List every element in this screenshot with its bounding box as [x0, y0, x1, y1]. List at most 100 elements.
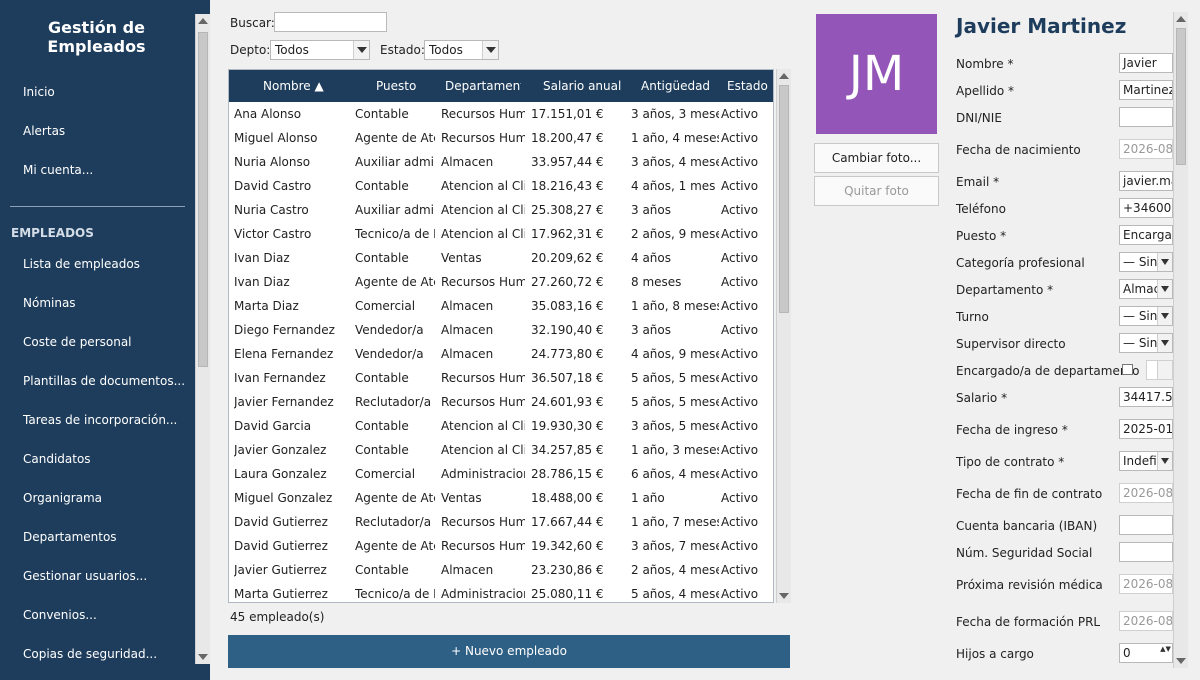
- scrollbar-thumb[interactable]: [779, 85, 789, 313]
- field-select[interactable]: — Sin: [1119, 252, 1173, 272]
- status-filter-value: Todos: [429, 43, 463, 57]
- chevron-down-icon[interactable]: [1157, 334, 1172, 352]
- table-row[interactable]: Laura Gonzalez Comercial Administracion 28.…: [229, 462, 773, 486]
- column-header-puesto[interactable]: Puesto: [376, 79, 446, 93]
- cell-antiguedad: 1 año, 7 meses: [631, 515, 719, 529]
- field-input[interactable]: Javier: [1119, 53, 1173, 73]
- table-row[interactable]: Javier Fernandez Reclutador/a Recursos Hum…: [229, 390, 773, 414]
- table-row[interactable]: Javier Gutierrez Contable Almacen 23.230,86…: [229, 558, 773, 582]
- nav-item-nominas[interactable]: Nóminas: [23, 296, 76, 310]
- field-input[interactable]: Martinez: [1119, 80, 1173, 100]
- scroll-down-icon[interactable]: [779, 593, 789, 599]
- field-input[interactable]: +34600100: [1119, 198, 1173, 218]
- nav-item-candidatos[interactable]: Candidatos: [23, 452, 91, 466]
- sidebar-scrollbar[interactable]: [195, 14, 210, 664]
- field-label: Categoría profesional: [956, 256, 1085, 270]
- table-row[interactable]: Ivan Fernandez Contable Recursos Humanos 36…: [229, 366, 773, 390]
- column-header-estado[interactable]: Estado: [727, 79, 773, 93]
- table-row[interactable]: Miguel Gonzalez Agente de Atención Ventas 1…: [229, 486, 773, 510]
- column-header-antiguedad[interactable]: Antigüedad: [641, 79, 726, 93]
- table-row[interactable]: Diego Fernandez Vendedor/a Almacen 32.190,4…: [229, 318, 773, 342]
- table-row[interactable]: Nuria Alonso Auxiliar administrativo Almac…: [229, 150, 773, 174]
- table-row[interactable]: Ana Alonso Contable Recursos Humanos 17.151…: [229, 102, 773, 126]
- cell-salario: 27.260,72 €: [531, 275, 604, 289]
- field-input[interactable]: 2026-08-06: [1119, 611, 1173, 631]
- field-input[interactable]: [1119, 542, 1173, 562]
- chevron-down-icon[interactable]: [1157, 361, 1172, 379]
- department-manager-select[interactable]: [1146, 360, 1173, 380]
- field-select[interactable]: Almacen: [1119, 279, 1173, 299]
- table-scrollbar[interactable]: [776, 69, 791, 603]
- nav-item-tareas-incorporacion[interactable]: Tareas de incorporación...: [23, 413, 177, 427]
- scrollbar-thumb[interactable]: [198, 32, 208, 367]
- field-select[interactable]: — Sin: [1119, 306, 1173, 326]
- nav-item-lista-empleados[interactable]: Lista de empleados: [23, 257, 140, 271]
- nav-item-plantillas[interactable]: Plantillas de documentos...: [23, 374, 185, 388]
- field-input[interactable]: [1119, 515, 1173, 535]
- column-header-nombre[interactable]: Nombre ▲: [263, 79, 353, 93]
- table-row[interactable]: Nuria Castro Auxiliar administrativo Atenc…: [229, 198, 773, 222]
- table-row[interactable]: David Garcia Contable Atencion al Cliente 1…: [229, 414, 773, 438]
- cell-nombre: Miguel Alonso: [234, 131, 318, 145]
- scroll-down-icon[interactable]: [198, 654, 208, 660]
- chevron-down-icon[interactable]: [1157, 280, 1172, 298]
- form-scrollbar[interactable]: [1173, 12, 1188, 668]
- scrollbar-thumb[interactable]: [1176, 28, 1186, 165]
- field-select[interactable]: — Sin: [1119, 333, 1173, 353]
- field-select[interactable]: Indefinido: [1119, 451, 1173, 471]
- chevron-down-icon[interactable]: [1157, 253, 1172, 271]
- cell-estado: Activo: [721, 107, 759, 121]
- table-row[interactable]: Ivan Diaz Agente de Atención Recursos Huma…: [229, 270, 773, 294]
- cell-departamento: Administracion: [441, 587, 525, 601]
- cell-antiguedad: 2 años, 4 meses: [631, 563, 719, 577]
- cell-nombre: Javier Gonzalez: [234, 443, 327, 457]
- field-input[interactable]: 34417.50: [1119, 387, 1173, 407]
- field-input[interactable]: 2026-08-06: [1119, 483, 1173, 503]
- search-input[interactable]: [274, 12, 387, 32]
- cell-antiguedad: 1 año: [631, 491, 665, 505]
- table-row[interactable]: David Gutierrez Reclutador/a Recursos Huma…: [229, 510, 773, 534]
- field-input[interactable]: 2026-08-06: [1119, 574, 1173, 594]
- field-input[interactable]: 2026-08-06: [1119, 139, 1173, 159]
- nav-item-coste-personal[interactable]: Coste de personal: [23, 335, 132, 349]
- table-row[interactable]: Ivan Diaz Contable Ventas 20.209,62 € 4 años…: [229, 246, 773, 270]
- nav-item-mi-cuenta[interactable]: Mi cuenta...: [23, 163, 93, 177]
- status-filter-select[interactable]: Todos: [424, 40, 499, 60]
- nav-item-convenios[interactable]: Convenios...: [23, 608, 97, 622]
- nav-item-copias-seguridad[interactable]: Copias de seguridad...: [23, 647, 157, 661]
- nav-item-alertas[interactable]: Alertas: [23, 124, 65, 138]
- chevron-down-icon[interactable]: [353, 41, 369, 59]
- table-row[interactable]: David Gutierrez Agente de Atención Recurso…: [229, 534, 773, 558]
- table-row[interactable]: Miguel Alonso Agente de Atención Recursos …: [229, 126, 773, 150]
- table-row[interactable]: Marta Diaz Comercial Almacen 35.083,16 € 1 a…: [229, 294, 773, 318]
- new-employee-button[interactable]: + Nuevo empleado: [228, 635, 790, 668]
- field-input[interactable]: Encargado: [1119, 225, 1173, 245]
- nav-item-departamentos[interactable]: Departamentos: [23, 530, 117, 544]
- nav-item-gestionar-usuarios[interactable]: Gestionar usuarios...: [23, 569, 147, 583]
- chevron-down-icon[interactable]: [482, 41, 498, 59]
- chevron-down-icon[interactable]: [1157, 452, 1172, 470]
- scroll-up-icon[interactable]: [779, 73, 789, 79]
- children-spinbox[interactable]: 0 ▲▼: [1119, 643, 1173, 663]
- column-header-departamento[interactable]: Departamento: [445, 79, 521, 93]
- scroll-down-icon[interactable]: [1176, 658, 1186, 664]
- nav-item-inicio[interactable]: Inicio: [23, 85, 55, 99]
- scroll-up-icon[interactable]: [198, 18, 208, 24]
- spinner-arrows-icon[interactable]: ▲▼: [1160, 645, 1171, 661]
- field-input[interactable]: 2025-01-15: [1119, 419, 1173, 439]
- change-photo-button[interactable]: Cambiar foto...: [814, 143, 939, 173]
- table-row[interactable]: Marta Gutierrez Tecnico/a de RRHH Administ…: [229, 582, 773, 602]
- field-input[interactable]: javier.martinez: [1119, 171, 1173, 191]
- table-row[interactable]: David Castro Contable Atencion al Cliente 1…: [229, 174, 773, 198]
- table-row[interactable]: Javier Gonzalez Contable Atencion al Clien…: [229, 438, 773, 462]
- department-manager-checkbox[interactable]: [1122, 364, 1133, 375]
- chevron-down-icon[interactable]: [1157, 307, 1172, 325]
- scroll-up-icon[interactable]: [1176, 16, 1186, 22]
- remove-photo-button[interactable]: Quitar foto: [814, 176, 939, 206]
- field-input[interactable]: [1119, 107, 1173, 127]
- column-header-salario[interactable]: Salario anual: [543, 79, 633, 93]
- table-row[interactable]: Elena Fernandez Vendedor/a Almacen 24.773,8…: [229, 342, 773, 366]
- nav-item-organigrama[interactable]: Organigrama: [23, 491, 102, 505]
- dept-filter-select[interactable]: Todos: [270, 40, 370, 60]
- table-row[interactable]: Victor Castro Tecnico/a de RRHH Atencion a…: [229, 222, 773, 246]
